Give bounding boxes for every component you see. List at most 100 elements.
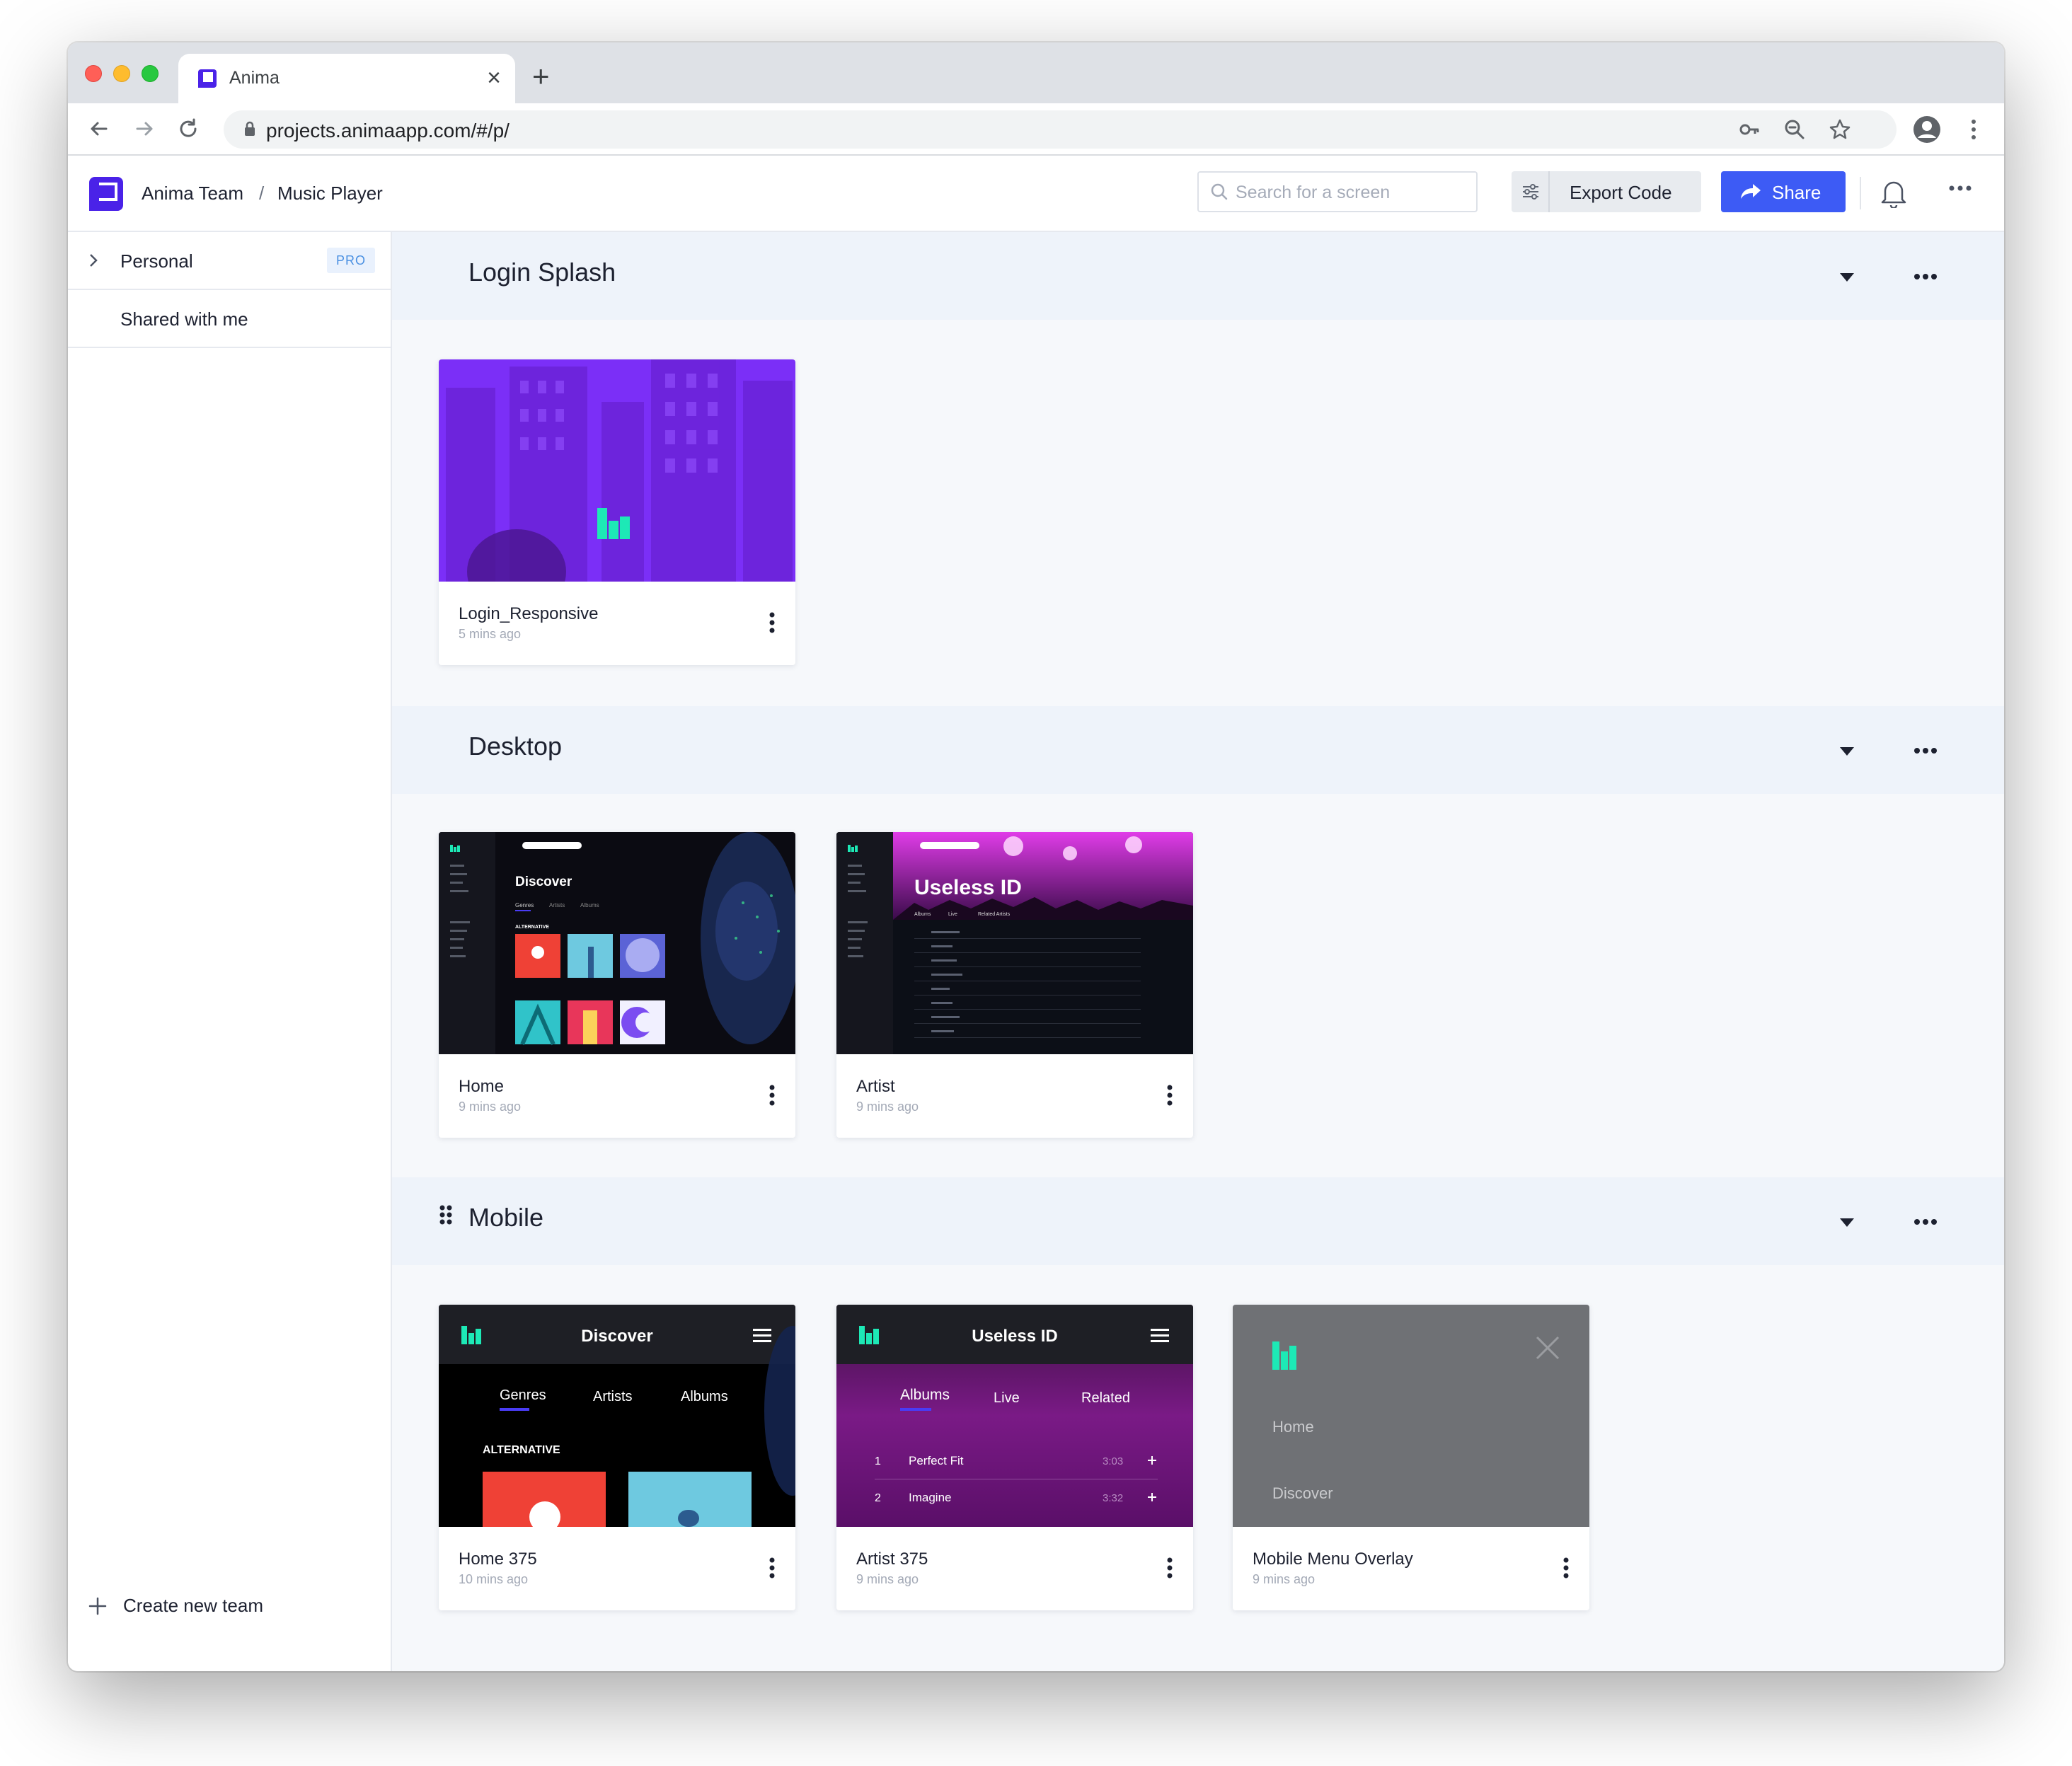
card-title: Mobile Menu Overlay [1253,1549,1413,1569]
export-settings-button[interactable] [1512,171,1550,212]
card-timestamp: 5 mins ago [459,627,522,641]
card-menu-icon[interactable] [1166,1557,1173,1579]
sidebar: Personal PRO Shared with me Create new t… [68,232,392,1671]
thumb-tab: Genres [500,1387,546,1403]
anima-favicon-icon [198,69,217,88]
caret-down-icon[interactable] [1838,746,1855,757]
screen-thumbnail[interactable]: Discover Genres Artists Albums ALTERNATI… [439,832,795,1054]
plus-icon [88,1597,107,1615]
forward-icon[interactable] [130,115,159,143]
tab-title: Anima [229,68,280,88]
thumb-tab: Albums [900,1387,950,1403]
artist-mobile-preview: Useless ID Albums Live Related 1 Perfect… [836,1305,1193,1527]
sliders-icon [1523,184,1538,200]
thumb-tab: Live [948,912,957,917]
share-button[interactable]: Share [1721,171,1846,212]
thumb-category: ALTERNATIVE [483,1444,560,1456]
caret-down-icon[interactable] [1838,272,1855,283]
thumb-track-name: Perfect Fit [909,1454,964,1467]
screen-thumbnail[interactable] [439,359,795,582]
anima-logo-icon[interactable] [88,175,125,212]
thumb-menu-item: Discover [1272,1484,1333,1502]
screen-thumbnail[interactable]: Useless ID Albums Live Related Artists [836,832,1193,1054]
screen-card[interactable]: Login_Responsive 5 mins ago [439,359,795,665]
section-more-icon[interactable] [1913,1218,1938,1225]
card-menu-icon[interactable] [769,1557,776,1579]
minimize-window-button[interactable] [113,65,130,82]
export-code-button[interactable]: Export Code [1570,182,1672,204]
key-icon[interactable] [1738,118,1761,141]
zoom-window-button[interactable] [142,65,159,82]
login-splash-preview [439,359,795,582]
browser-toolbar: projects.animaapp.com/#/p/ [68,103,2004,156]
card-title: Artist [856,1077,895,1096]
reload-icon[interactable] [174,115,202,143]
card-timestamp: 9 mins ago [1253,1572,1316,1586]
drag-handle-icon[interactable] [439,1204,453,1225]
zoom-icon[interactable] [1783,118,1806,141]
sidebar-item-shared[interactable]: Shared with me [68,290,391,348]
close-window-button[interactable] [85,65,102,82]
menu-overlay-preview: Home Discover [1233,1305,1589,1527]
screen-card[interactable]: Useless ID Albums Live Related 1 Perfect… [836,1305,1193,1610]
screen-card[interactable]: Home Discover Mobile Menu Overlay 9 mins… [1233,1305,1589,1610]
create-team-button[interactable]: Create new team [88,1592,300,1620]
card-menu-icon[interactable] [769,611,776,634]
breadcrumb-project[interactable]: Music Player [277,183,383,204]
thumb-title: Discover [515,875,572,889]
thumb-title: Discover [581,1327,652,1346]
card-timestamp: 9 mins ago [856,1572,919,1586]
card-menu-icon[interactable] [1166,1084,1173,1107]
card-timestamp: 10 mins ago [459,1572,529,1586]
screen-card[interactable]: Discover Genres Artists Albums ALTERNATI… [439,1305,795,1610]
tab-close-icon[interactable]: × [487,64,501,92]
thumb-tab: Albums [914,912,931,917]
screen-thumbnail[interactable]: Discover Genres Artists Albums ALTERNATI… [439,1305,795,1527]
screen-thumbnail[interactable]: Useless ID Albums Live Related 1 Perfect… [836,1305,1193,1527]
search-icon [1211,183,1228,200]
section-title: Login Splash [468,258,616,287]
thumb-tab: Artists [593,1389,633,1404]
card-title: Home [459,1077,505,1096]
browser-tab[interactable]: Anima × [178,54,515,103]
home-mobile-preview: Discover Genres Artists Albums ALTERNATI… [439,1305,795,1527]
screen-card[interactable]: Discover Genres Artists Albums ALTERNATI… [439,832,795,1138]
section-header-login-splash[interactable]: Login Splash [392,232,2004,320]
card-title: Artist 375 [856,1549,928,1569]
thumb-track-time: 3:03 [1103,1455,1123,1467]
thumb-title: Useless ID [914,876,1022,899]
thumb-tab: Genres [515,902,534,908]
chevron-right-icon[interactable] [88,252,99,269]
section-header-mobile[interactable]: Mobile [392,1177,2004,1265]
address-bar[interactable]: projects.animaapp.com/#/p/ [224,110,1897,149]
section-more-icon[interactable] [1913,747,1938,754]
lock-icon [245,121,255,136]
card-timestamp: 9 mins ago [459,1100,522,1114]
card-menu-icon[interactable] [1562,1557,1570,1579]
search-input[interactable] [1236,181,1469,204]
sidebar-item-personal[interactable]: Personal PRO [68,232,391,290]
thumb-tab: Albums [580,902,599,908]
section-more-icon[interactable] [1913,273,1938,280]
new-tab-icon[interactable]: + [532,62,550,91]
profile-avatar-icon[interactable] [1912,115,1942,144]
card-menu-icon[interactable] [769,1084,776,1107]
screen-card[interactable]: Useless ID Albums Live Related Artists A… [836,832,1193,1138]
thumb-track-num: 2 [875,1492,881,1504]
screen-thumbnail[interactable]: Home Discover [1233,1305,1589,1527]
artist-desktop-preview: Useless ID Albums Live Related Artists [836,832,1193,1054]
back-icon[interactable] [85,115,113,143]
share-label: Share [1772,182,1821,203]
screen-search[interactable] [1197,171,1478,212]
thumb-tab: Live [994,1390,1020,1406]
more-options-icon[interactable] [1947,184,1973,192]
breadcrumb-team[interactable]: Anima Team [142,183,243,204]
browser-menu-icon[interactable] [1959,115,1988,144]
sidebar-item-label: Shared with me [120,308,248,330]
bell-icon[interactable] [1880,177,1908,208]
caret-down-icon[interactable] [1838,1217,1855,1228]
section-header-desktop[interactable]: Desktop [392,706,2004,794]
bookmark-star-icon[interactable] [1829,118,1851,141]
section-title: Desktop [468,732,563,761]
main-content: Login Splash Login_Responsive 5 mins ago… [392,232,2004,1671]
